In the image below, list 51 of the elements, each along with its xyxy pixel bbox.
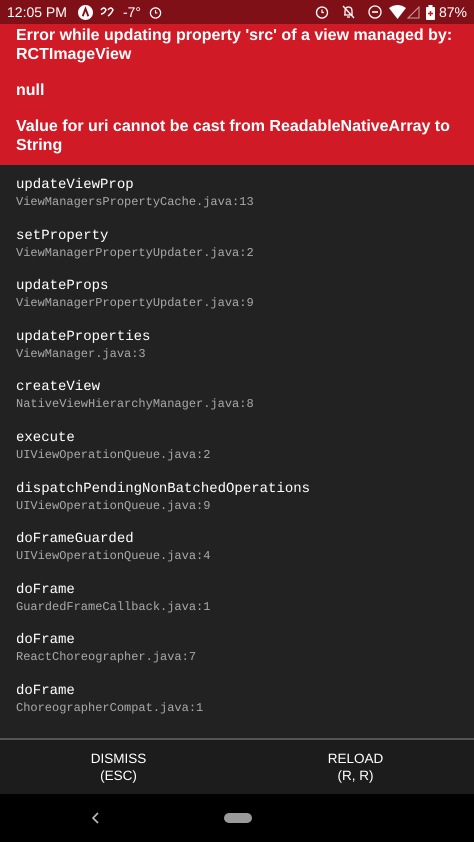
action-button[interactable]: DISMISS (ESC) — [0, 740, 237, 794]
alarm-icon — [148, 6, 162, 18]
wifi-icon — [388, 5, 406, 19]
file-location: ViewManagersPropertyCache.java:13 — [16, 194, 254, 210]
error-message: Value for uri cannot be cast from ReadableNativeArray to String — [16, 117, 451, 155]
file-location: NativeViewHierarchyManager.java:8 — [16, 396, 254, 412]
signal-icon — [406, 6, 420, 18]
stack-frame[interactable]: dispatchPendingNonBatchedOperations UIViewOperationQueue.java:9 — [0, 476, 474, 528]
back-icon[interactable] — [92, 812, 100, 824]
action-button[interactable]: RELOAD (R, R) — [237, 740, 474, 794]
stack-frame[interactable]: updateProperties ViewManager.java:3 — [0, 324, 474, 376]
method-name: doFrame — [16, 631, 75, 650]
stack-frame[interactable]: execute UIViewOperationQueue.java:2 — [0, 426, 474, 477]
method-name: updateViewProp — [16, 176, 134, 194]
file-location: UIViewOperationQueue.java:9 — [16, 498, 210, 514]
file-location: UIViewOperationQueue.java:4 — [16, 548, 210, 564]
method-name: dispatchPendingNonBatchedOperations — [16, 480, 310, 498]
method-name: setProperty — [16, 226, 108, 245]
file-location: GuardedFrameCallback.java:1 — [16, 598, 210, 615]
file-location: UIViewOperationQueue.java:2 — [16, 446, 210, 463]
temperature: -7° — [122, 2, 141, 22]
method-name: updateProps — [16, 277, 108, 296]
method-name: doFrameGuarded — [16, 530, 134, 548]
stack-frame[interactable]: createView NativeViewHierarchyManager.java:8 — [0, 375, 474, 426]
app-icon — [78, 4, 93, 20]
home-button[interactable] — [224, 813, 252, 823]
clock: 12:05 PM — [7, 2, 67, 22]
file-location: ViewManagerPropertyUpdater.java:9 — [16, 295, 254, 312]
method-name: execute — [16, 428, 75, 447]
stack-frame[interactable]: doFrame GuardedFrameCallback.java:1 — [0, 578, 474, 628]
file-location: ViewManagerPropertyUpdater.java:2 — [16, 244, 254, 261]
stack-frame[interactable]: doFrame ReactChoreographer.java:7 — [0, 628, 474, 679]
file-location: ViewManager.java:3 — [16, 346, 146, 362]
error-message: null — [16, 81, 46, 100]
method-name: doFrame — [16, 682, 75, 700]
alarm-icon — [314, 5, 329, 19]
stack-frame[interactable]: updateViewProp ViewManagersPropertyCache.java:13 — [0, 173, 474, 224]
file-location: ReactChoreographer.java:7 — [16, 649, 196, 666]
stack-frame[interactable]: updateProps ViewManagerPropertyUpdater.java:9 — [0, 274, 474, 325]
bell-off-icon — [342, 5, 355, 19]
battery-percentage: 87% — [438, 2, 467, 22]
method-name: doFrame — [16, 580, 75, 599]
do-not-disturb-icon — [368, 5, 382, 19]
file-location: ChoreographerCompat.java:1 — [16, 700, 204, 716]
method-name: updateProperties — [16, 328, 150, 346]
battery-icon — [426, 4, 435, 20]
stack-frame[interactable]: doFrame ChoreographerCompat.java:1 — [0, 678, 474, 730]
error-message: Error while updating property 'src' of a view managed by: RCTImageView — [16, 26, 454, 64]
stack-frame[interactable]: setProperty ViewManagerPropertyUpdater.java:2 — [0, 224, 474, 274]
method-name: createView — [16, 378, 100, 396]
stack-frame[interactable]: doFrameGuarded UIViewOperationQueue.java:4 — [0, 527, 474, 578]
